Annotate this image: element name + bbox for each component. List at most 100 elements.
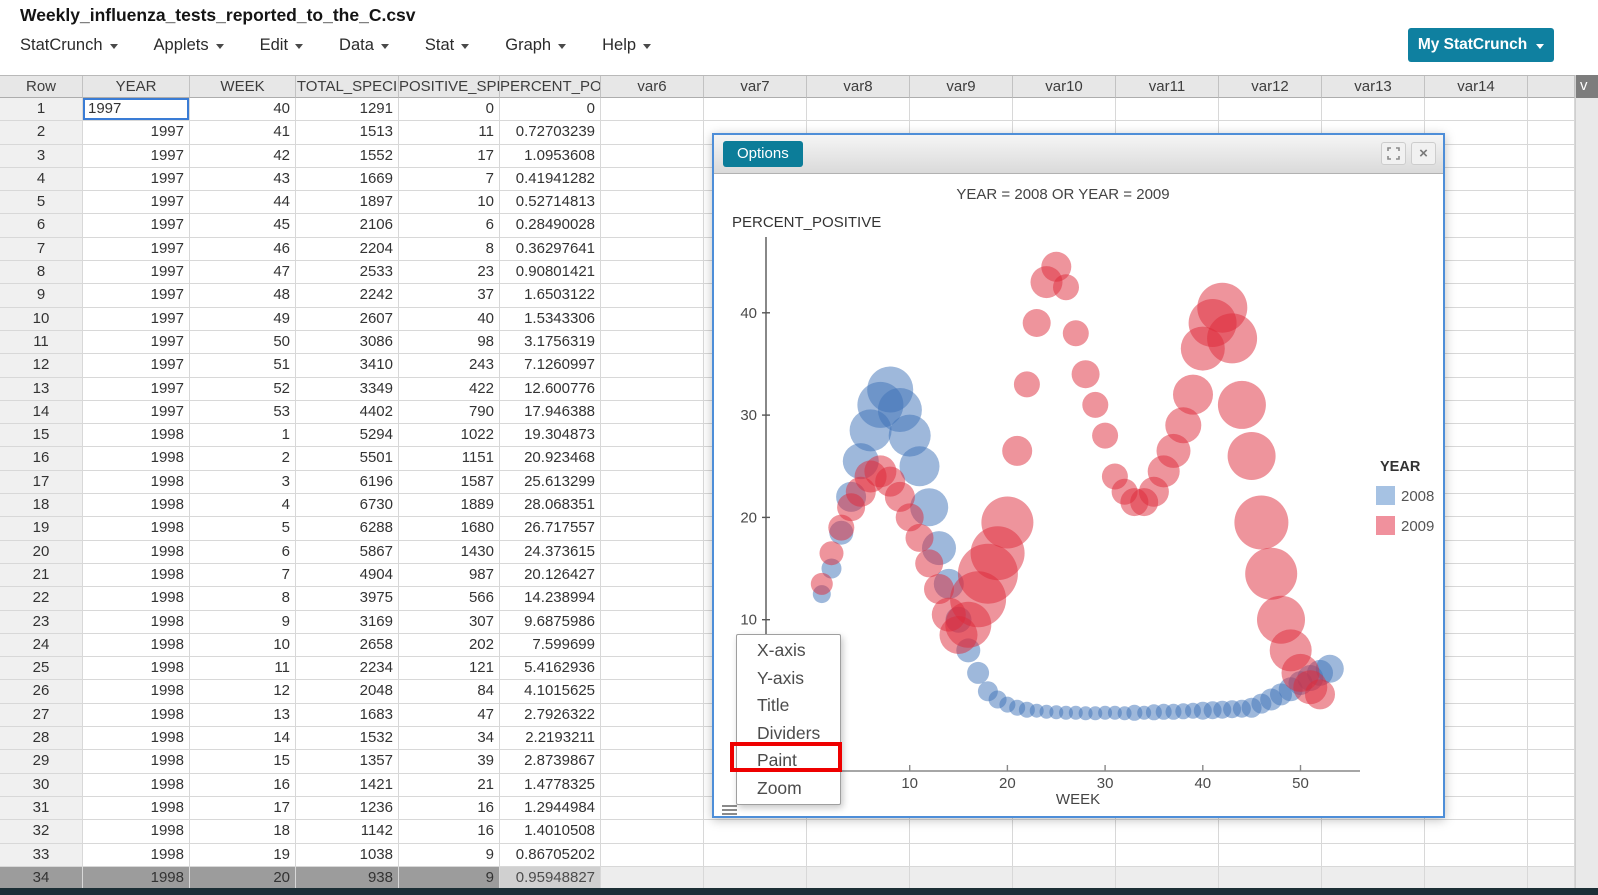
- row-number-cell[interactable]: 7: [0, 237, 83, 262]
- cell[interactable]: [601, 843, 704, 867]
- row-number-cell[interactable]: 15: [0, 424, 83, 448]
- cell[interactable]: [601, 657, 704, 681]
- cell[interactable]: 47: [399, 703, 500, 728]
- cell[interactable]: 0.86705202: [500, 843, 601, 867]
- cell[interactable]: 43: [190, 167, 296, 192]
- cell[interactable]: 1997: [83, 144, 190, 168]
- cell[interactable]: [1528, 167, 1575, 192]
- cell[interactable]: 7.599699: [500, 633, 601, 658]
- cell[interactable]: 1997: [83, 284, 190, 308]
- cell[interactable]: 0: [500, 98, 601, 122]
- cell[interactable]: 2242: [296, 284, 399, 308]
- cell[interactable]: [601, 727, 704, 751]
- cell[interactable]: [1219, 843, 1322, 867]
- cell[interactable]: 1998: [83, 424, 190, 448]
- cell[interactable]: [910, 98, 1013, 122]
- cell[interactable]: [601, 470, 704, 495]
- cell[interactable]: [1528, 494, 1575, 518]
- column-header[interactable]: TOTAL_SPECI: [296, 76, 399, 98]
- column-header[interactable]: var8: [807, 76, 910, 98]
- cell[interactable]: 20: [190, 866, 296, 891]
- vertical-scrollbar[interactable]: v: [1575, 75, 1598, 888]
- cell[interactable]: [601, 121, 704, 145]
- cell[interactable]: 1998: [83, 773, 190, 797]
- cell[interactable]: 1513: [296, 121, 399, 145]
- cell[interactable]: 1421: [296, 773, 399, 797]
- cell[interactable]: 0.28490028: [500, 214, 601, 238]
- cell[interactable]: 2533: [296, 261, 399, 285]
- cell[interactable]: 40: [399, 307, 500, 331]
- cell[interactable]: [1322, 820, 1425, 844]
- cell[interactable]: [601, 750, 704, 774]
- cell[interactable]: [1528, 563, 1575, 588]
- cell[interactable]: [807, 843, 910, 867]
- cell[interactable]: 3410: [296, 354, 399, 378]
- row-header[interactable]: Row: [0, 76, 83, 98]
- scrollbar-thumb[interactable]: v: [1576, 75, 1598, 98]
- cell[interactable]: [1528, 517, 1575, 541]
- cell[interactable]: [601, 703, 704, 728]
- cell[interactable]: [807, 866, 910, 891]
- row-number-cell[interactable]: 10: [0, 307, 83, 331]
- cell[interactable]: [601, 98, 704, 122]
- cell[interactable]: 1998: [83, 610, 190, 634]
- cell[interactable]: 18: [190, 820, 296, 844]
- menu-graph[interactable]: Graph: [505, 36, 567, 55]
- cell[interactable]: [1219, 98, 1322, 122]
- cell[interactable]: 1897: [296, 191, 399, 215]
- cell[interactable]: 1552: [296, 144, 399, 168]
- row-number-cell[interactable]: 1: [0, 98, 83, 122]
- cell[interactable]: 1683: [296, 703, 399, 728]
- cell[interactable]: [1528, 214, 1575, 238]
- row-number-cell[interactable]: 3: [0, 144, 83, 168]
- cell[interactable]: [601, 773, 704, 797]
- cell[interactable]: 1997: [83, 307, 190, 331]
- cell[interactable]: 41: [190, 121, 296, 145]
- cell[interactable]: [601, 587, 704, 611]
- cell[interactable]: 0.95948827: [500, 866, 601, 891]
- column-header[interactable]: var6: [601, 76, 704, 98]
- cell[interactable]: 1997: [83, 167, 190, 192]
- cell[interactable]: 1998: [83, 470, 190, 495]
- cell[interactable]: [601, 191, 704, 215]
- cell[interactable]: 1998: [83, 820, 190, 844]
- column-header[interactable]: WEEK: [190, 76, 296, 98]
- cell[interactable]: 1.5343306: [500, 307, 601, 331]
- cell[interactable]: [1528, 354, 1575, 378]
- cell[interactable]: 121: [399, 657, 500, 681]
- column-header[interactable]: POSITIVE_SPE: [399, 76, 500, 98]
- cell[interactable]: 5867: [296, 540, 399, 564]
- cell[interactable]: 0.41941282: [500, 167, 601, 192]
- cell[interactable]: 1998: [83, 657, 190, 681]
- cell[interactable]: 5501: [296, 447, 399, 471]
- cell[interactable]: [601, 284, 704, 308]
- cell[interactable]: 790: [399, 400, 500, 425]
- cell[interactable]: 3349: [296, 377, 399, 401]
- cell[interactable]: 1.4010508: [500, 820, 601, 844]
- cell[interactable]: 17: [190, 796, 296, 821]
- cell[interactable]: 1997: [83, 354, 190, 378]
- cell[interactable]: [1528, 796, 1575, 821]
- cell[interactable]: 1.6503122: [500, 284, 601, 308]
- cell[interactable]: 50: [190, 330, 296, 355]
- cell[interactable]: 49: [190, 307, 296, 331]
- cell[interactable]: 1997: [83, 237, 190, 262]
- cell[interactable]: 1.0953608: [500, 144, 601, 168]
- cell[interactable]: [1528, 633, 1575, 658]
- cell[interactable]: 1997: [83, 330, 190, 355]
- cell[interactable]: 202: [399, 633, 500, 658]
- cell[interactable]: [1528, 470, 1575, 495]
- cell[interactable]: 2048: [296, 680, 399, 704]
- cell[interactable]: [1528, 424, 1575, 448]
- cell[interactable]: 6288: [296, 517, 399, 541]
- column-header[interactable]: var14: [1425, 76, 1528, 98]
- row-number-cell[interactable]: 8: [0, 261, 83, 285]
- cell[interactable]: 28.068351: [500, 494, 601, 518]
- cell[interactable]: 1998: [83, 447, 190, 471]
- cell[interactable]: 23: [399, 261, 500, 285]
- cell[interactable]: 11: [399, 121, 500, 145]
- column-header[interactable]: var9: [910, 76, 1013, 98]
- cell[interactable]: [1528, 330, 1575, 355]
- cell[interactable]: 2658: [296, 633, 399, 658]
- cell[interactable]: 19.304873: [500, 424, 601, 448]
